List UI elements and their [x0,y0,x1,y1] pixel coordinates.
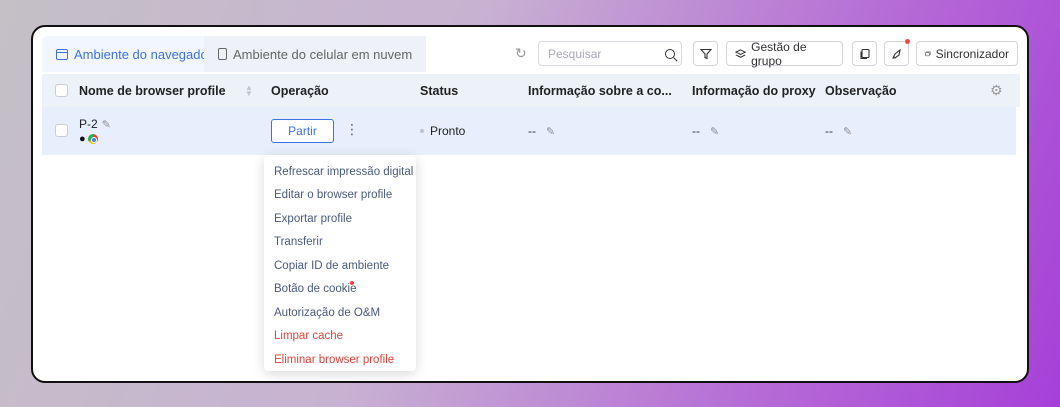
launch-button[interactable]: Partir [271,119,334,143]
group-management-button[interactable]: Gestão de grupo [726,39,843,68]
select-all-checkbox[interactable] [55,84,68,97]
operation-dropdown-menu: Refrescar impressão digital Editar o bro… [264,155,416,371]
app-window: Ambiente do navegador Ambiente do celula… [31,25,1029,383]
table-row[interactable]: P-2 ✎ ● Partir ⋮ Pronto -- ✎ -- ✎ -- ✎ [42,107,1016,155]
column-settings-gear-icon[interactable]: ⚙ [990,82,1003,99]
menu-item-transfer[interactable]: Transferir [264,231,416,255]
layers-icon [735,48,747,58]
synchronizer-label: Sincronizador [935,46,1009,61]
launch-button-label: Partir [288,124,317,138]
platform-icons: ● [79,133,98,145]
info-cell: -- ✎ [528,124,555,138]
edit-name-pencil-icon[interactable]: ✎ [102,119,111,131]
proxy-value: -- [692,124,700,138]
phone-icon [218,48,227,60]
menu-item-label: Refrescar impressão digital [274,165,414,178]
column-header-proxy: Informação do proxy [692,83,816,98]
tab-browser-environment[interactable]: Ambiente do navegador [42,36,227,72]
info-value: -- [528,124,536,138]
sync-windows-icon [925,51,931,56]
group-management-label: Gestão de grupo [751,39,807,68]
menu-item-edit-profile[interactable]: Editar o browser profile [264,184,416,208]
notification-dot [905,39,910,44]
tab-label: Ambiente do celular em nuvem [233,46,413,62]
menu-item-label: Copiar ID de ambiente [274,259,390,272]
menu-item-label: Eliminar browser profile [274,353,395,366]
status-cell: Pronto [420,124,465,138]
new-badge-dot [350,280,354,285]
column-header-note: Observação [825,83,897,98]
menu-item-label: Autorização de O&M [274,306,381,319]
column-header-operation: Operação [271,83,329,98]
column-header-info: Informação sobre a co... [528,83,672,98]
menu-item-cookie-button[interactable]: Botão de cookie [264,278,416,302]
proxy-cell: -- ✎ [692,124,719,138]
column-header-name: Nome de browser profile [79,83,226,98]
note-cell: -- ✎ [825,124,852,138]
refresh-icon[interactable]: ↻ [515,45,527,62]
profile-name: P-2 ✎ [79,117,111,131]
status-text: Pronto [430,124,466,138]
apple-icon: ● [79,133,86,145]
menu-item-label: Transferir [274,236,323,249]
edit-proxy-pencil-icon[interactable]: ✎ [710,125,719,138]
copy-button[interactable] [852,41,877,66]
search-input[interactable]: Pesquisar [538,41,682,66]
copy-icon [859,48,870,59]
toolbar: Ambiente do navegador Ambiente do celula… [33,27,1027,73]
menu-item-copy-env-id[interactable]: Copiar ID de ambiente [264,254,416,278]
filter-button[interactable] [693,41,718,66]
chrome-icon [87,134,98,144]
column-header-status: Status [420,83,459,98]
edit-note-pencil-icon[interactable]: ✎ [843,125,852,138]
tab-label: Ambiente do navegador [74,46,213,62]
menu-item-export-profile[interactable]: Exportar profile [264,207,416,231]
edit-info-pencil-icon[interactable]: ✎ [546,125,555,138]
extension-button[interactable] [884,41,909,66]
synchronizer-button[interactable]: Sincronizador [916,41,1018,66]
menu-item-om-authorization[interactable]: Autorização de O&M [264,301,416,325]
menu-item-label: Botão de cookie [274,283,357,296]
rocket-icon [891,48,901,59]
row-checkbox[interactable] [55,124,68,137]
profile-name-text: P-2 [79,117,98,131]
menu-item-label: Exportar profile [274,212,352,225]
sort-icon[interactable]: ▲ ▼ [245,83,253,97]
search-placeholder: Pesquisar [548,46,602,61]
more-options-icon[interactable]: ⋮ [345,121,359,138]
menu-item-delete-profile[interactable]: Eliminar browser profile [264,348,416,372]
note-value: -- [825,124,833,138]
search-icon[interactable] [665,48,675,59]
menu-item-label: Limpar cache [274,330,344,343]
status-dot [420,129,424,133]
browser-window-icon [56,48,68,60]
menu-item-clear-cache[interactable]: Limpar cache [264,325,416,349]
filter-icon [699,48,712,59]
menu-item-refresh-fingerprint[interactable]: Refrescar impressão digital [264,160,416,184]
table-header: Nome de browser profile ▲ ▼ Operação Stat… [42,74,1020,107]
menu-item-label: Editar o browser profile [274,189,393,202]
tab-cloud-phone-environment[interactable]: Ambiente do celular em nuvem [204,36,427,72]
